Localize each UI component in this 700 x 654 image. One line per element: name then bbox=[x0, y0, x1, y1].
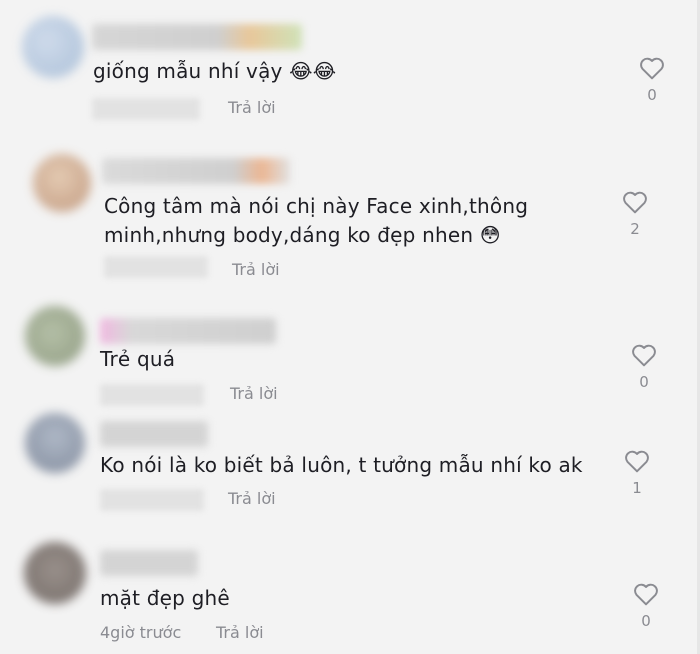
avatar[interactable] bbox=[25, 413, 85, 473]
reply-button[interactable]: Trả lời bbox=[230, 384, 278, 403]
comment-item: Trẻ quá Trả lời 0 bbox=[0, 298, 700, 406]
username-blurred[interactable] bbox=[100, 318, 276, 344]
avatar[interactable] bbox=[24, 542, 86, 604]
like-button[interactable]: 1 bbox=[622, 449, 652, 497]
like-count: 0 bbox=[647, 86, 657, 104]
reply-button[interactable]: Trả lời bbox=[228, 489, 276, 508]
comment-text-line-2: minh,nhưng body,dáng ko đẹp nhen 😳 bbox=[104, 223, 501, 247]
timestamp-blurred bbox=[104, 256, 208, 278]
avatar[interactable] bbox=[33, 154, 91, 212]
like-count: 2 bbox=[630, 220, 640, 238]
like-button[interactable]: 2 bbox=[620, 190, 650, 238]
like-button[interactable]: 0 bbox=[631, 582, 661, 630]
comment-text: mặt đẹp ghê bbox=[100, 586, 230, 610]
username-blurred[interactable] bbox=[100, 550, 198, 576]
timestamp-blurred bbox=[100, 489, 204, 511]
reply-button[interactable]: Trả lời bbox=[228, 98, 276, 117]
comment-item: mặt đẹp ghê 4giờ trước Trả lời 0 bbox=[0, 530, 700, 654]
like-count: 1 bbox=[632, 479, 642, 497]
username-blurred[interactable] bbox=[92, 24, 302, 50]
like-count: 0 bbox=[639, 373, 649, 391]
comment-item: giống mẫu nhí vậy 😂😂 Trả lời 0 bbox=[0, 0, 700, 130]
comment-text: giống mẫu nhí vậy 😂😂 bbox=[93, 59, 337, 83]
timestamp-blurred bbox=[92, 98, 200, 120]
heart-outline-icon bbox=[640, 57, 664, 80]
timestamp: 4giờ trước bbox=[100, 623, 182, 642]
username-blurred[interactable] bbox=[102, 158, 290, 184]
avatar[interactable] bbox=[22, 16, 84, 78]
heart-outline-icon bbox=[634, 583, 658, 606]
reply-button[interactable]: Trả lời bbox=[216, 623, 264, 642]
reply-button[interactable]: Trả lời bbox=[232, 260, 280, 279]
timestamp-blurred bbox=[100, 384, 204, 406]
comment-item: Ko nói là ko biết bả luôn, t tưởng mẫu n… bbox=[0, 405, 700, 525]
heart-outline-icon bbox=[625, 450, 649, 473]
heart-outline-icon bbox=[632, 344, 656, 367]
comment-text-line-1: Công tâm mà nói chị này Face xinh,thông bbox=[104, 194, 529, 218]
comment-text: Ko nói là ko biết bả luôn, t tưởng mẫu n… bbox=[100, 453, 583, 477]
like-button[interactable]: 0 bbox=[629, 343, 659, 391]
like-count: 0 bbox=[641, 612, 651, 630]
heart-outline-icon bbox=[623, 191, 647, 214]
username-blurred[interactable] bbox=[100, 421, 208, 447]
avatar[interactable] bbox=[25, 306, 85, 366]
like-button[interactable]: 0 bbox=[637, 56, 667, 104]
comment-item: Công tâm mà nói chị này Face xinh,thông … bbox=[0, 140, 700, 290]
comment-text: Trẻ quá bbox=[100, 347, 176, 371]
